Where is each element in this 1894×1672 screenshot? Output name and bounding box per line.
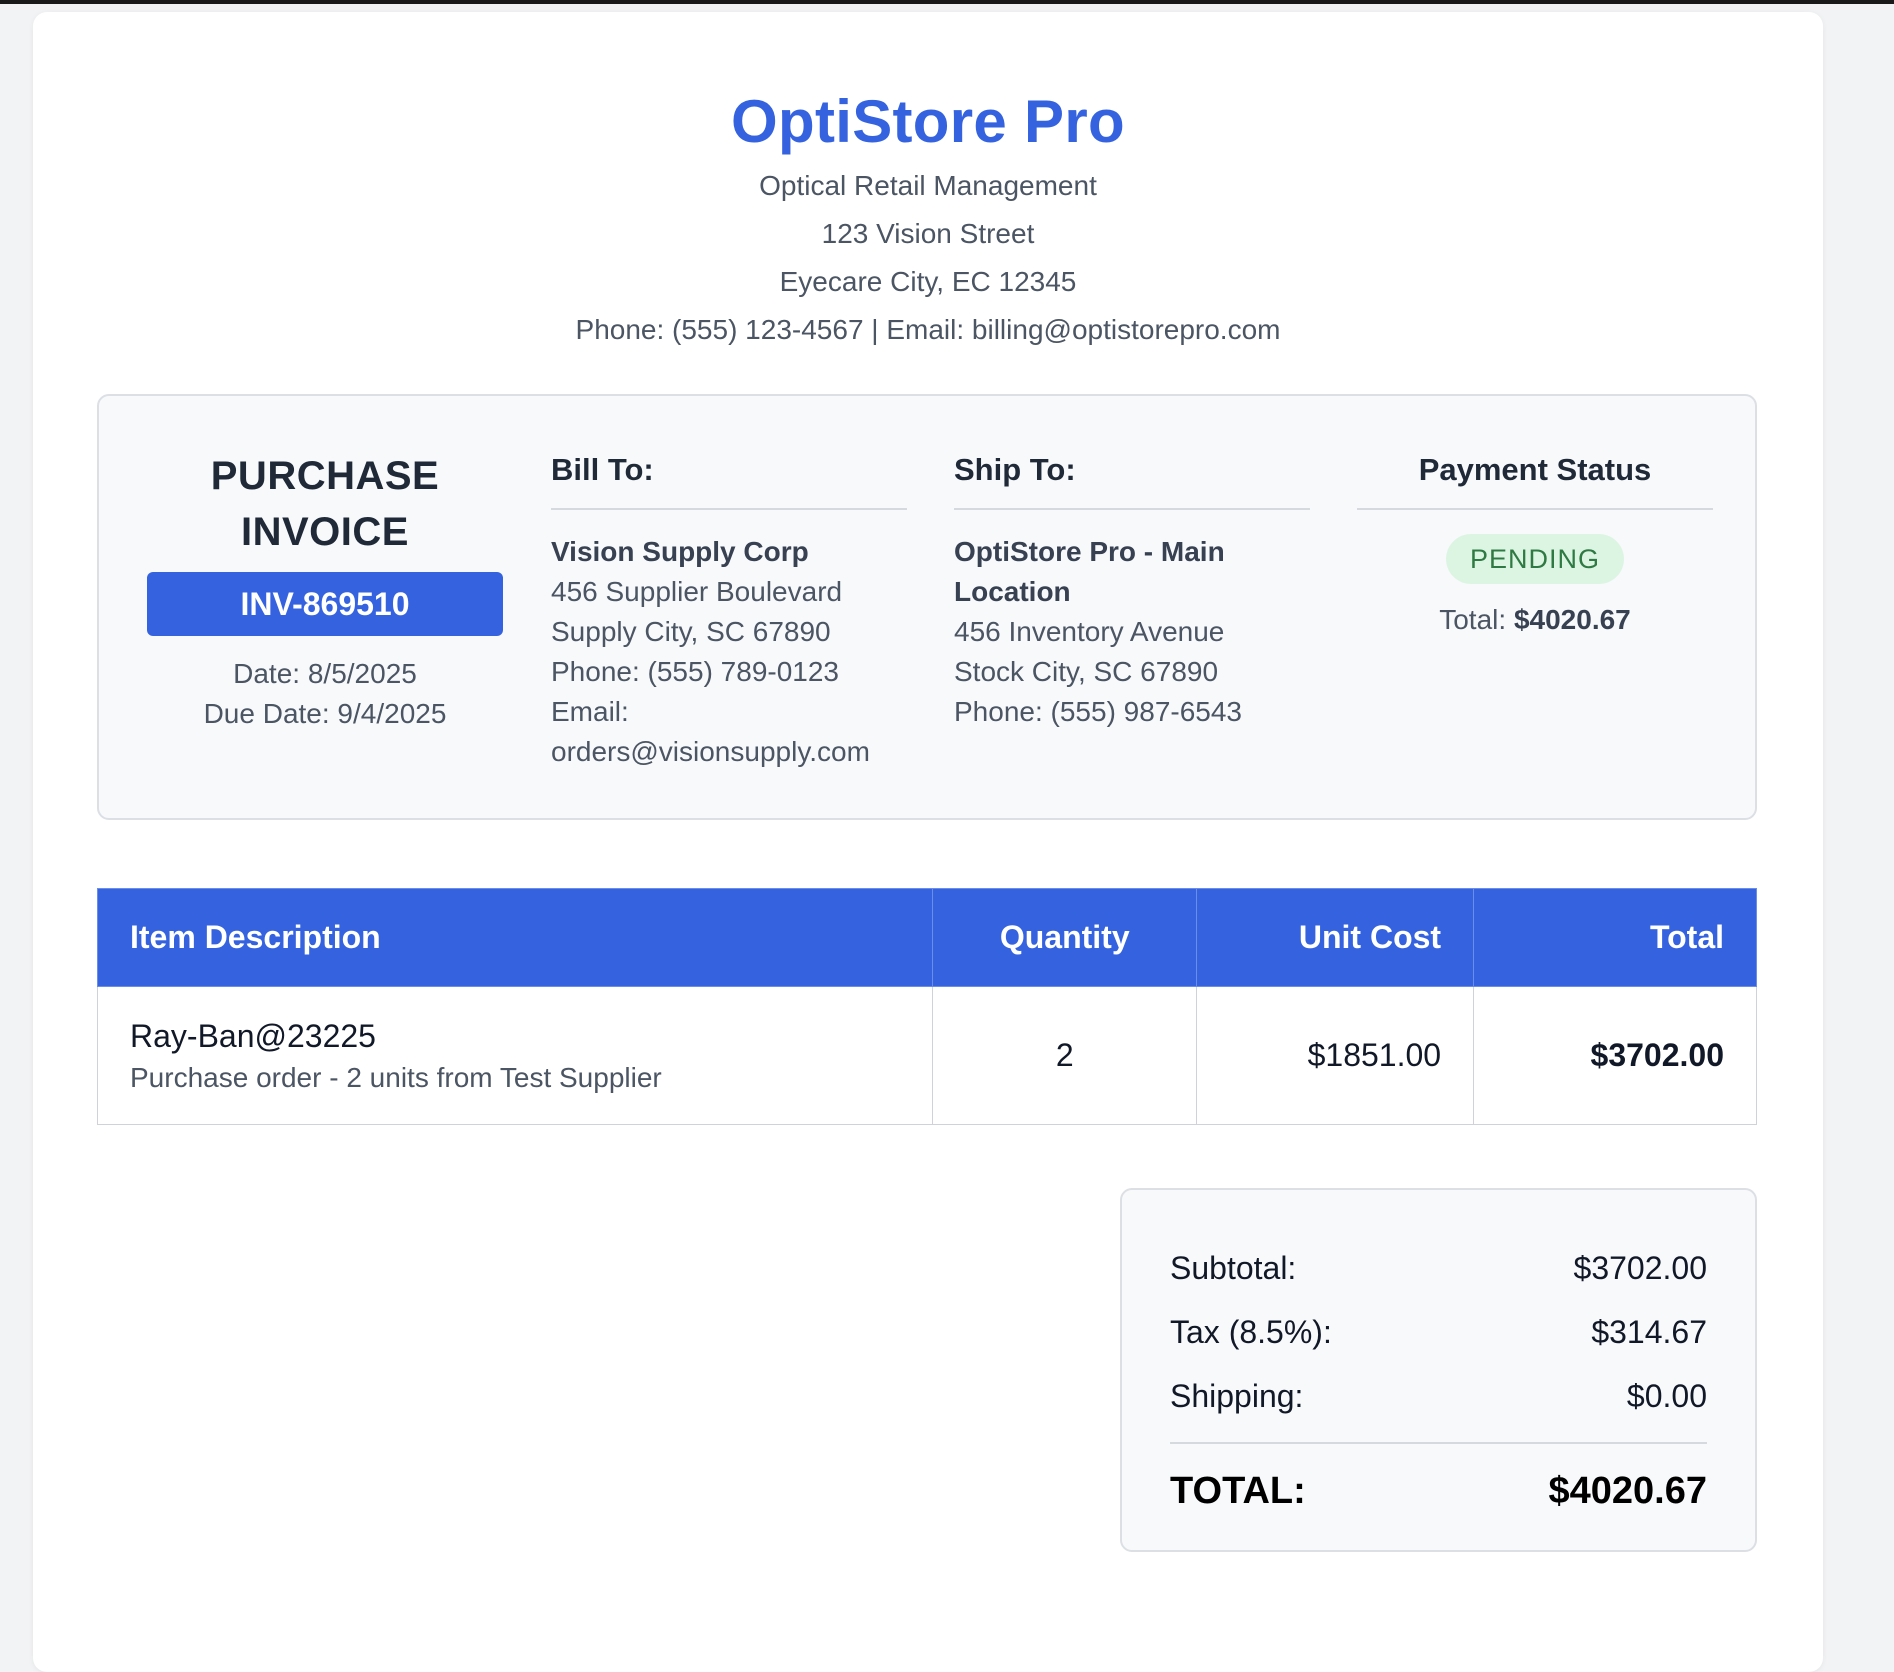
shipping-row: Shipping: $0.00 [1170, 1364, 1707, 1428]
company-name: OptiStore Pro [731, 88, 1125, 155]
invoice-dates: Date: 8/5/2025 Due Date: 9/4/2025 [147, 654, 503, 734]
window-top-border [0, 0, 1894, 4]
ship-to-heading: Ship To: [954, 448, 1310, 510]
payment-total-label: Total: [1439, 604, 1507, 635]
shipping-value: $0.00 [1626, 1378, 1707, 1414]
item-description: Purchase order - 2 units from Test Suppl… [130, 1061, 662, 1093]
subtotal-label: Subtotal: [1170, 1250, 1297, 1286]
bill-to-line: Supply City, SC 67890 [551, 616, 831, 647]
item-description-cell: Ray-Ban@23225 Purchase order - 2 units f… [96, 986, 934, 1125]
grand-total-row: TOTAL: $4020.67 [1170, 1442, 1707, 1528]
tax-value: $314.67 [1591, 1314, 1707, 1350]
payment-status-section: Payment Status PENDING Total: $4020.67 [1357, 448, 1713, 640]
shipping-label: Shipping: [1170, 1378, 1304, 1414]
items-table-header-row: Item Description Quantity Unit Cost Tota… [96, 888, 1757, 987]
payment-status-heading: Payment Status [1357, 448, 1713, 510]
subtotal-row: Subtotal: $3702.00 [1170, 1236, 1707, 1300]
company-address-line2: Eyecare City, EC 12345 [779, 266, 1077, 297]
payment-total-value: $4020.67 [1513, 604, 1631, 635]
column-header-item-description: Item Description [96, 888, 934, 987]
invoice-summary: PURCHASE INVOICE INV-869510 Date: 8/5/20… [147, 448, 503, 734]
item-unit-cost: $1851.00 [1196, 986, 1475, 1125]
invoice-date: Date: 8/5/2025 [233, 658, 417, 689]
totals-summary: Subtotal: $3702.00 Tax (8.5%): $314.67 S… [1120, 1188, 1757, 1552]
tax-row: Tax (8.5%): $314.67 [1170, 1300, 1707, 1364]
item-total: $3702.00 [1473, 986, 1757, 1125]
items-table: Item Description Quantity Unit Cost Tota… [96, 888, 1757, 1125]
company-header: OptiStore Pro Optical Retail Management … [33, 82, 1823, 354]
column-header-quantity: Quantity [932, 888, 1198, 987]
invoice-info-panel: PURCHASE INVOICE INV-869510 Date: 8/5/20… [97, 394, 1757, 820]
bill-to-line: Phone: (555) 789-0123 [551, 656, 839, 687]
bill-to-heading: Bill To: [551, 448, 907, 510]
invoice-page: OptiStore Pro Optical Retail Management … [33, 12, 1823, 1672]
payment-status-badge: PENDING [1445, 534, 1625, 584]
tax-label: Tax (8.5%): [1170, 1314, 1332, 1350]
table-row: Ray-Ban@23225 Purchase order - 2 units f… [96, 986, 1757, 1125]
ship-to-line: 456 Inventory Avenue [954, 616, 1225, 647]
subtotal-value: $3702.00 [1573, 1250, 1707, 1286]
company-tagline: Optical Retail Management [759, 170, 1097, 201]
invoice-due-date: Due Date: 9/4/2025 [203, 698, 447, 729]
ship-to-section: Ship To: OptiStore Pro - Main Location 4… [954, 448, 1310, 732]
column-header-total: Total [1473, 888, 1757, 987]
invoice-title-line2: INVOICE [241, 510, 409, 554]
item-name: Ray-Ban@23225 [130, 1017, 376, 1054]
grand-total-value: $4020.67 [1548, 1470, 1708, 1512]
bill-to-line: 456 Supplier Boulevard [551, 576, 843, 607]
payment-total: Total: $4020.67 [1357, 600, 1713, 640]
column-header-unit-cost: Unit Cost [1196, 888, 1475, 987]
invoice-number-badge: INV-869510 [147, 572, 503, 636]
invoice-title-line1: PURCHASE [210, 454, 440, 498]
company-contact: Phone: (555) 123-4567 | Email: billing@o… [575, 314, 1281, 345]
grand-total-label: TOTAL: [1170, 1470, 1306, 1512]
bill-to-name: Vision Supply Corp [551, 536, 809, 567]
company-address-line1: 123 Vision Street [821, 218, 1035, 249]
ship-to-line: Phone: (555) 987-6543 [954, 696, 1242, 727]
ship-to-line: Stock City, SC 67890 [954, 656, 1219, 687]
bill-to-section: Bill To: Vision Supply Corp 456 Supplier… [551, 448, 907, 772]
bill-to-email: orders@visionsupply.com [551, 736, 870, 767]
ship-to-name: OptiStore Pro - Main Location [954, 536, 1225, 607]
bill-to-line: Email: [551, 696, 629, 727]
item-quantity: 2 [932, 986, 1198, 1125]
